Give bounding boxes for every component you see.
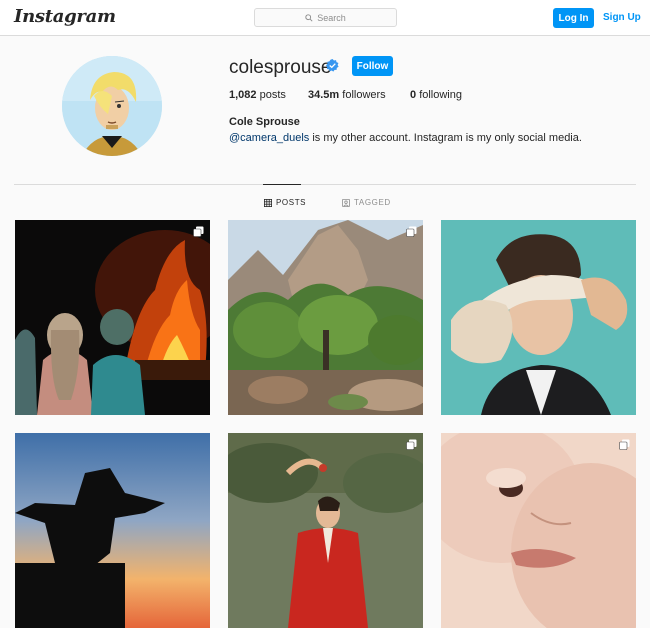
bio-mention-link[interactable]: @camera_duels bbox=[229, 132, 309, 144]
posts-count: 1,082 bbox=[229, 89, 257, 101]
post-thumbnail[interactable] bbox=[441, 220, 636, 415]
posts-count-stat: 1,082 posts bbox=[229, 89, 286, 101]
bio-text: is my other account. Instagram is my onl… bbox=[309, 132, 582, 144]
following-count: 0 bbox=[410, 89, 417, 101]
profile-full-name: Cole Sprouse bbox=[229, 116, 300, 128]
tabs-divider bbox=[14, 184, 636, 185]
login-button[interactable]: Log In bbox=[553, 8, 594, 28]
tab-posts[interactable]: POSTS bbox=[264, 198, 306, 207]
multiple-photos-icon bbox=[193, 226, 204, 237]
profile-bio: @camera_duels is my other account. Insta… bbox=[229, 132, 582, 144]
search-input[interactable]: Search bbox=[254, 8, 397, 27]
followers-count-stat[interactable]: 34.5m followers bbox=[308, 89, 386, 101]
search-placeholder: Search bbox=[317, 12, 346, 23]
multiple-photos-icon bbox=[406, 226, 417, 237]
tab-tagged[interactable]: TAGGED bbox=[342, 198, 391, 207]
tab-tagged-label: TAGGED bbox=[354, 198, 391, 207]
search-icon bbox=[305, 13, 313, 22]
active-tab-indicator bbox=[263, 184, 301, 185]
post-thumbnail[interactable] bbox=[15, 433, 210, 628]
profile-avatar[interactable] bbox=[62, 56, 162, 156]
followers-label: followers bbox=[342, 89, 386, 101]
instagram-logo[interactable]: Instagram bbox=[14, 6, 116, 27]
profile-username: colesprouse bbox=[229, 57, 332, 78]
post-thumbnail[interactable] bbox=[228, 433, 423, 628]
top-navigation-bar: Instagram Search Log In Sign Up bbox=[0, 0, 650, 36]
follow-button[interactable]: Follow bbox=[352, 56, 393, 76]
verified-badge-icon bbox=[326, 59, 339, 72]
tag-icon bbox=[342, 198, 350, 207]
signup-link[interactable]: Sign Up bbox=[603, 12, 641, 23]
post-thumbnail[interactable] bbox=[228, 220, 423, 415]
multiple-photos-icon bbox=[619, 439, 630, 450]
following-count-stat[interactable]: 0 following bbox=[410, 89, 462, 101]
following-label: following bbox=[419, 89, 462, 101]
post-thumbnail[interactable] bbox=[15, 220, 210, 415]
tab-posts-label: POSTS bbox=[276, 198, 307, 207]
posts-label: posts bbox=[259, 89, 286, 101]
followers-count: 34.5m bbox=[308, 89, 340, 101]
grid-icon bbox=[264, 198, 272, 207]
multiple-photos-icon bbox=[406, 439, 417, 450]
post-thumbnail[interactable] bbox=[441, 433, 636, 628]
